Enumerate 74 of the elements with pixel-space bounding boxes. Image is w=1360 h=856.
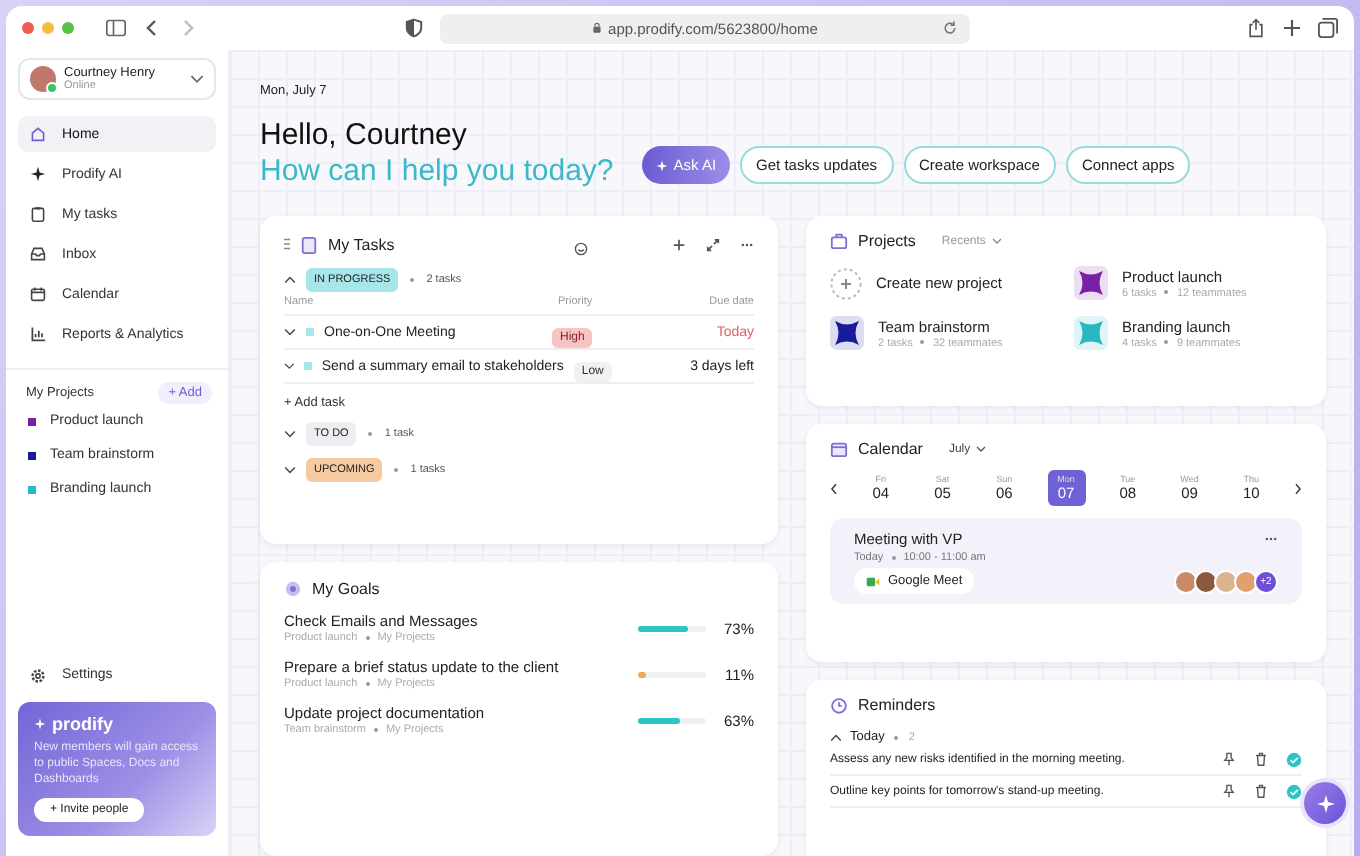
chevron-down-icon <box>190 74 204 84</box>
clipboard-icon <box>30 206 46 222</box>
attendee-avatar-icon <box>1234 569 1258 593</box>
inbox-icon <box>30 246 46 262</box>
dot-separator-icon <box>368 432 373 436</box>
greeting: Hello, Courtney <box>260 118 469 152</box>
shield-icon <box>404 18 424 38</box>
briefcase-icon <box>830 232 848 250</box>
tabs-overview-icon[interactable] <box>1318 18 1338 38</box>
dot-separator-icon <box>365 635 370 639</box>
reload-icon[interactable] <box>942 20 958 36</box>
lock-icon <box>592 22 603 34</box>
sparkle-icon <box>1315 793 1335 813</box>
back-icon[interactable] <box>142 18 162 38</box>
card-title: Reminders <box>858 696 936 714</box>
dot-separator-icon <box>891 556 896 560</box>
chevron-up-icon[interactable] <box>830 733 842 741</box>
clock-icon <box>830 696 848 714</box>
smiley-icon <box>574 242 589 256</box>
next-icon[interactable] <box>1294 481 1302 495</box>
chevron-up-icon[interactable] <box>284 276 296 284</box>
dot-separator-icon <box>1164 290 1169 294</box>
card-title: My Tasks <box>328 235 395 253</box>
chevron-down-icon[interactable] <box>284 362 295 370</box>
calendar-icon <box>830 440 848 458</box>
ai-assistant-button[interactable] <box>1304 782 1346 824</box>
card-title: Projects <box>858 232 916 250</box>
trash-icon[interactable] <box>1254 752 1268 766</box>
dot-separator-icon <box>365 681 370 685</box>
close-window-icon[interactable] <box>22 22 34 34</box>
expand-icon[interactable] <box>706 237 720 251</box>
settings-icon <box>30 667 46 684</box>
dot-separator-icon <box>394 468 399 472</box>
status-square-icon <box>304 362 312 370</box>
dashed-plus-icon <box>830 267 862 299</box>
checked-circle-icon[interactable] <box>1286 783 1302 799</box>
attendee-avatar-icon <box>1214 569 1238 593</box>
calendar-icon <box>30 286 46 302</box>
share-icon[interactable] <box>1246 18 1266 38</box>
pin-icon[interactable] <box>1222 752 1236 766</box>
chevron-down-icon <box>991 238 1002 244</box>
attendee-avatar-icon <box>1174 569 1198 593</box>
home-icon <box>30 126 46 142</box>
brand-name: prodify <box>52 713 113 734</box>
card-title: My Goals <box>312 580 380 598</box>
dot-separator-icon <box>410 278 415 282</box>
checked-circle-icon[interactable] <box>1286 751 1302 767</box>
status-square-icon <box>306 328 314 336</box>
prompt-heading: How can I help you today? <box>260 154 614 188</box>
bar-chart-icon <box>30 326 46 342</box>
attendee-avatar-icon <box>1194 569 1218 593</box>
chevron-down-icon <box>976 446 987 452</box>
dot-separator-icon <box>894 735 899 739</box>
chevron-down-icon[interactable] <box>284 430 296 438</box>
chevron-down-icon[interactable] <box>284 328 296 336</box>
card-title: Calendar <box>858 440 923 458</box>
previous-icon[interactable] <box>830 481 838 495</box>
video-call-icon <box>866 575 880 587</box>
plus-icon[interactable] <box>672 237 686 251</box>
dot-separator-icon <box>1164 340 1169 344</box>
trash-icon[interactable] <box>1254 784 1268 798</box>
avatar-icon <box>30 66 56 92</box>
chevron-down-icon[interactable] <box>284 466 296 474</box>
sparkle-icon <box>30 166 46 182</box>
pin-icon[interactable] <box>1222 784 1236 798</box>
dot-separator-icon <box>373 727 378 731</box>
more-icon[interactable] <box>1264 536 1278 542</box>
target-icon <box>284 580 302 598</box>
sparkle-icon <box>655 159 668 171</box>
sidebar-toggle-icon[interactable] <box>106 18 126 38</box>
sparkle-icon <box>34 717 46 730</box>
new-tab-icon[interactable] <box>1282 18 1302 38</box>
clipboard-icon <box>300 235 318 253</box>
dot-separator-icon <box>920 340 925 344</box>
